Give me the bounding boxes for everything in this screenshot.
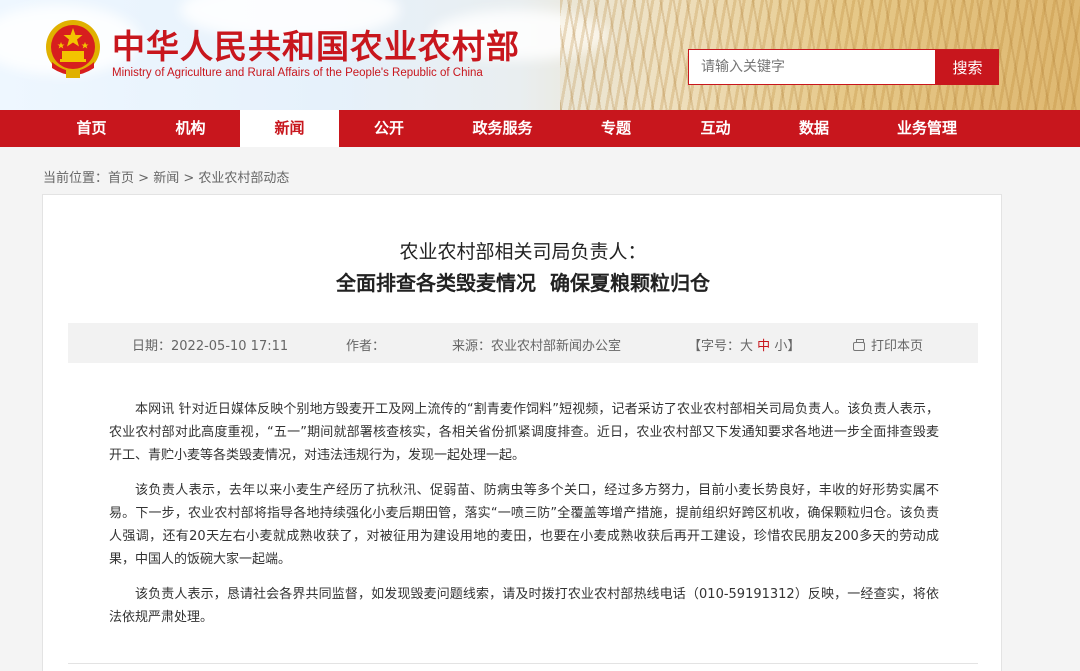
article-paragraph: 该负责人表示，去年以来小麦生产经历了抗秋汛、促弱苗、防病虫等多个关口，经过多方努… [109, 483, 939, 567]
nav-item-public[interactable]: 公开 [339, 110, 439, 147]
site-subtitle: Ministry of Agriculture and Rural Affair… [112, 67, 483, 79]
article-title-line2: 全面排查各类毁麦情况 确保夏粮颗粒归仓 [336, 271, 710, 295]
nav-item-organization[interactable]: 机构 [141, 110, 240, 147]
nav-item-interaction[interactable]: 互动 [666, 110, 765, 147]
article-panel: 农业农村部相关司局负责人： 全面排查各类毁麦情况 确保夏粮颗粒归仓 日期：202… [42, 194, 1002, 671]
breadcrumb: 当前位置：首页 > 新闻 > 农业农村部动态 [43, 167, 289, 186]
print-page-label: 打印本页 [871, 339, 924, 354]
breadcrumb-current-link[interactable]: 农业农村部动态 [198, 171, 289, 186]
breadcrumb-separator: > [179, 171, 199, 186]
breadcrumb-home-link[interactable]: 首页 [108, 171, 134, 186]
nav-item-topics[interactable]: 专题 [566, 110, 666, 147]
font-size-medium-link[interactable]: 中 [757, 339, 770, 354]
article-date: 日期：2022-05-10 17:11 [132, 339, 289, 354]
font-size-large-link[interactable]: 大 [740, 339, 753, 354]
site-header: 中华人民共和国农业农村部 Ministry of Agriculture and… [0, 0, 1080, 110]
font-size-control: 【字号：大 中 小】 [688, 335, 800, 354]
search-button[interactable]: 搜索 [936, 49, 999, 85]
divider [68, 663, 978, 664]
breadcrumb-separator: > [134, 171, 154, 186]
nav-item-news[interactable]: 新闻 [240, 110, 339, 147]
nav-item-business[interactable]: 业务管理 [863, 110, 991, 147]
nav-item-data[interactable]: 数据 [765, 110, 863, 147]
site-title: 中华人民共和国农业农村部 [112, 27, 520, 66]
breadcrumb-news-link[interactable]: 新闻 [153, 171, 179, 186]
article-meta-bar: 日期：2022-05-10 17:11 作者： 来源：农业农村部新闻办公室 【字… [68, 323, 978, 363]
article-body: 本网讯 针对近日媒体反映个别地方毁麦开工及网上流传的“割青麦作饲料”短视频，记者… [109, 398, 939, 641]
nav-item-home[interactable]: 首页 [42, 110, 141, 147]
breadcrumb-prefix: 当前位置： [43, 171, 109, 186]
article-source: 来源：农业农村部新闻办公室 [452, 339, 622, 354]
main-nav: 首页 机构 新闻 公开 政务服务 专题 互动 数据 业务管理 [0, 110, 1080, 147]
font-size-close: 】 [787, 339, 801, 354]
nav-item-services[interactable]: 政务服务 [439, 110, 566, 147]
search-input[interactable] [688, 49, 936, 85]
article-paragraph: 本网讯 针对近日媒体反映个别地方毁麦开工及网上流传的“割青麦作饲料”短视频，记者… [109, 402, 939, 463]
print-page-link[interactable]: 打印本页 [853, 335, 923, 354]
article-author: 作者： [346, 339, 386, 354]
article-paragraph: 该负责人表示，恳请社会各界共同监督，如发现毁麦问题线索，请及时拨打农业农村部热线… [109, 587, 939, 625]
article-title-line1: 农业农村部相关司局负责人： [399, 241, 647, 263]
national-emblem-icon [46, 20, 100, 78]
printer-icon [853, 339, 865, 351]
font-size-small-link[interactable]: 小 [774, 339, 787, 354]
font-size-open: 【字号： [688, 339, 741, 354]
